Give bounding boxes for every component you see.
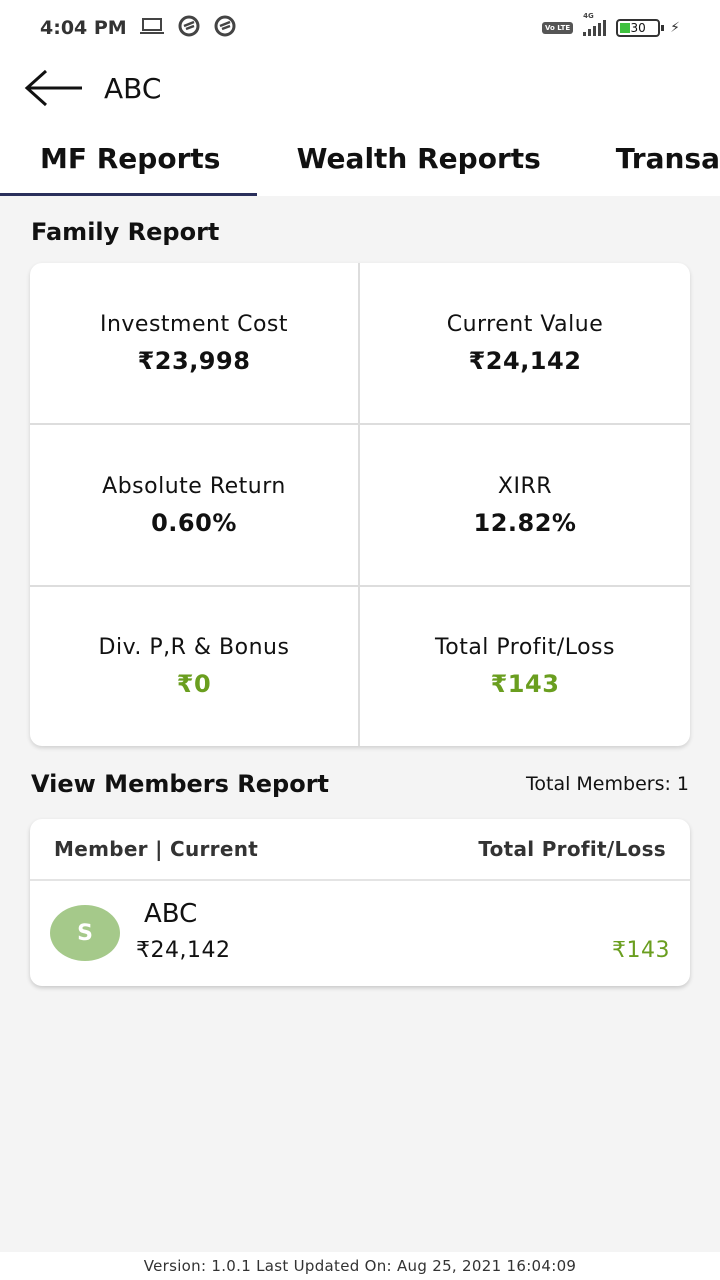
laptop-icon bbox=[139, 17, 165, 39]
status-time: 4:04 PM bbox=[40, 17, 127, 39]
members-header: View Members Report Total Members: 1 bbox=[31, 770, 689, 798]
page-title: ABC bbox=[104, 71, 162, 105]
family-report-card: Investment Cost ₹23,998 Current Value ₹2… bbox=[30, 263, 690, 746]
sync-icon bbox=[177, 14, 201, 42]
column-header-member: Member | Current bbox=[54, 837, 259, 861]
family-report-title: Family Report bbox=[31, 218, 220, 246]
metric-label: Total Profit/Loss bbox=[435, 635, 615, 660]
member-profit-loss: ₹143 bbox=[612, 938, 670, 963]
metric-dividend-bonus: Div. P,R & Bonus ₹0 bbox=[30, 587, 360, 746]
metric-value: ₹23,998 bbox=[137, 346, 251, 375]
tab-wealth-reports[interactable]: Wealth Reports bbox=[257, 120, 616, 196]
metric-absolute-return: Absolute Return 0.60% bbox=[30, 425, 360, 587]
metric-value: ₹24,142 bbox=[468, 346, 582, 375]
app-bar: ABC bbox=[0, 56, 720, 120]
status-bar: 4:04 PM Vo LTE 4G 30 ⚡ bbox=[0, 0, 720, 56]
metric-label: Absolute Return bbox=[102, 473, 286, 499]
volte-icon: Vo LTE bbox=[542, 22, 574, 34]
metric-value: ₹143 bbox=[490, 670, 560, 698]
members-table: Member | Current Total Profit/Loss S ABC… bbox=[30, 819, 690, 986]
metric-label: XIRR bbox=[497, 473, 553, 499]
tab-transactions[interactable]: Transa bbox=[616, 120, 720, 196]
metric-label: Investment Cost bbox=[99, 311, 288, 337]
metric-xirr: XIRR 12.82% bbox=[360, 425, 690, 587]
tab-mf-reports[interactable]: MF Reports bbox=[0, 120, 257, 196]
report-tabs: MF Reports Wealth Reports Transa bbox=[0, 120, 720, 196]
column-header-profit-loss: Total Profit/Loss bbox=[478, 837, 666, 861]
metric-value: ₹0 bbox=[176, 670, 212, 698]
metric-value: 12.82% bbox=[473, 508, 577, 537]
member-current-value: ₹24,142 bbox=[136, 938, 231, 963]
arrow-left-icon bbox=[24, 69, 82, 107]
member-name: ABC bbox=[144, 899, 198, 929]
avatar: S bbox=[50, 905, 120, 961]
members-report-title: View Members Report bbox=[31, 770, 330, 798]
version-footer: Version: 1.0.1 Last Updated On: Aug 25, … bbox=[0, 1252, 720, 1280]
signal-icon: 4G bbox=[583, 12, 607, 36]
member-row[interactable]: S ABC ₹24,142 ₹143 bbox=[30, 881, 690, 986]
charging-icon: ⚡ bbox=[670, 20, 680, 36]
metric-current-value: Current Value ₹24,142 bbox=[360, 263, 690, 425]
back-button[interactable] bbox=[24, 68, 84, 108]
metric-label: Current Value bbox=[446, 311, 604, 337]
metric-total-profit-loss: Total Profit/Loss ₹143 bbox=[360, 587, 690, 746]
battery-icon: 30 bbox=[616, 19, 665, 37]
metric-investment-cost: Investment Cost ₹23,998 bbox=[30, 263, 360, 425]
metric-label: Div. P,R & Bonus bbox=[98, 635, 290, 660]
metric-value: 0.60% bbox=[151, 508, 237, 537]
members-table-header: Member | Current Total Profit/Loss bbox=[30, 819, 690, 881]
sync-icon bbox=[213, 14, 237, 42]
total-members-count: Total Members: 1 bbox=[526, 773, 689, 795]
